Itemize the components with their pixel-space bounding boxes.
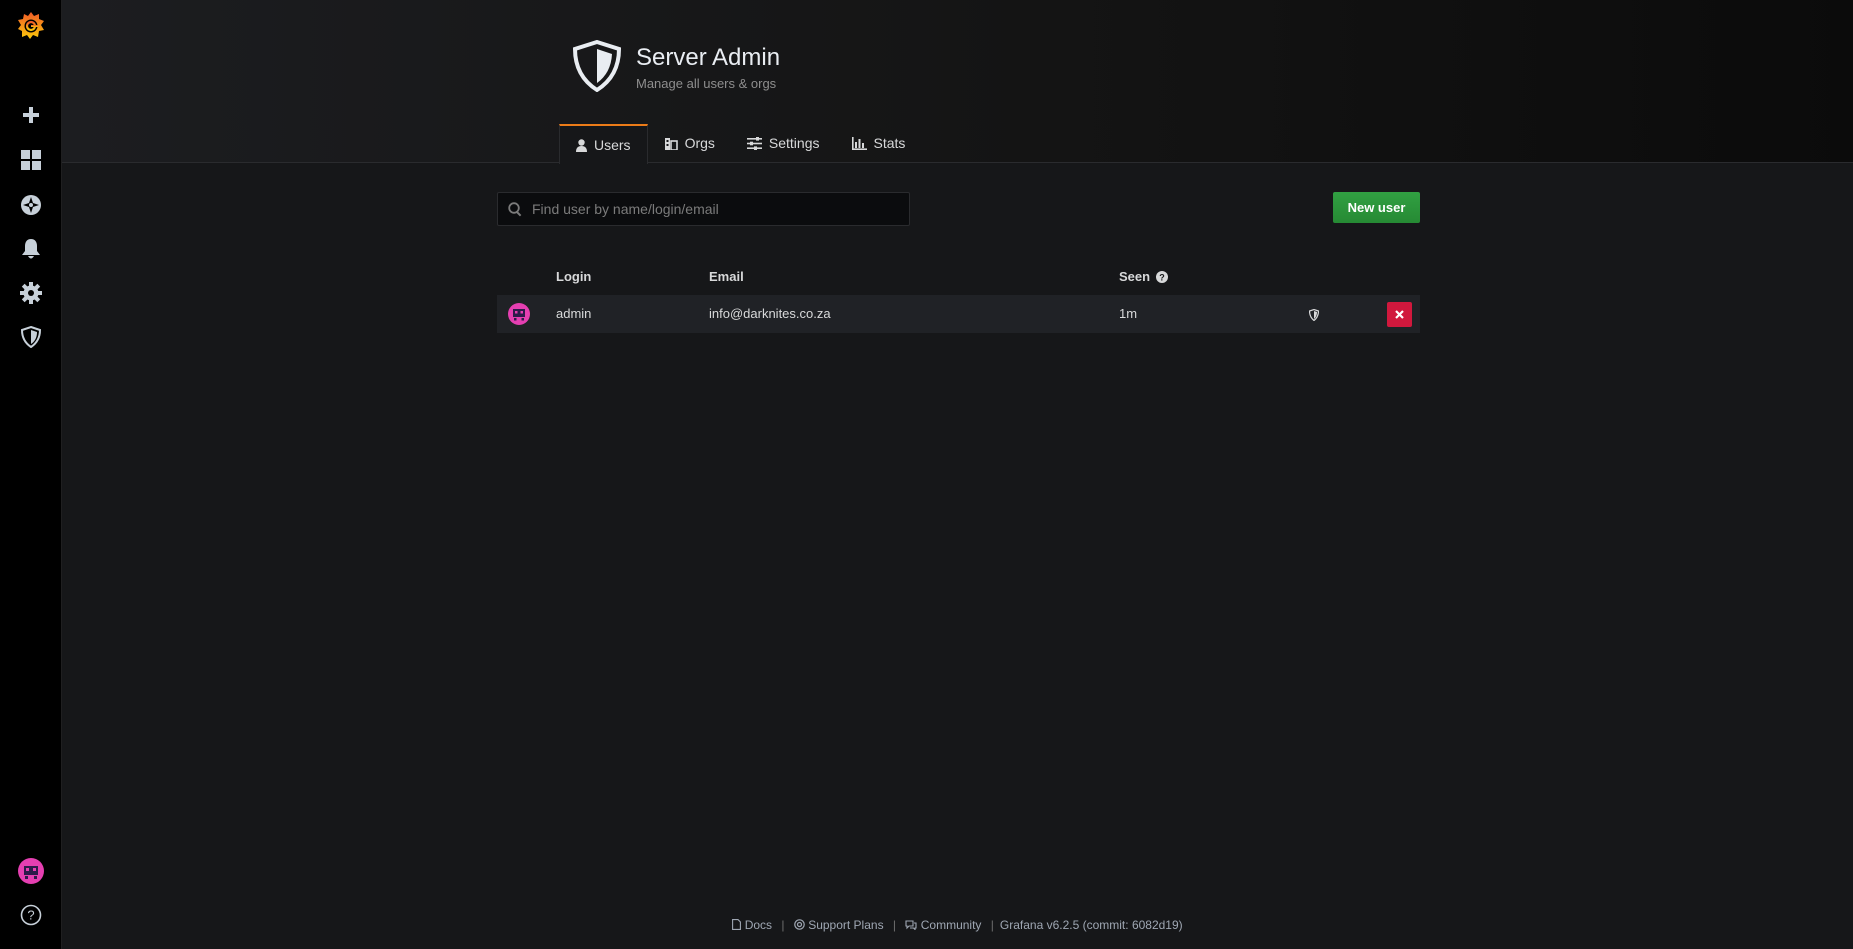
tab-orgs[interactable]: Orgs: [648, 124, 731, 162]
question-circle-icon[interactable]: ?: [1156, 270, 1169, 283]
column-header-email: Email: [709, 269, 744, 284]
search-input[interactable]: [523, 200, 909, 218]
grafana-logo-icon[interactable]: [0, 4, 61, 48]
footer-community-link[interactable]: Community: [902, 918, 985, 932]
user-icon: [576, 138, 587, 152]
user-seen: 1m: [1119, 306, 1138, 321]
footer-version: Grafana v6.2.5 (commit: 6082d19): [999, 918, 1183, 932]
footer: Docs | Support Plans | Community | Grafan…: [62, 918, 1853, 932]
plus-icon[interactable]: [0, 93, 61, 137]
footer-docs-label: Docs: [744, 918, 773, 932]
tab-settings-label: Settings: [768, 135, 820, 151]
avatar: [508, 303, 530, 328]
shield-icon: [572, 39, 622, 95]
column-header-seen: Seen ?: [1119, 269, 1169, 284]
user-email[interactable]: info@darknites.co.za: [709, 306, 831, 321]
new-user-button[interactable]: New user: [1333, 192, 1420, 223]
sliders-icon: [746, 136, 762, 150]
footer-support-link[interactable]: Support Plans: [791, 918, 887, 932]
bell-icon[interactable]: [0, 227, 61, 271]
avatar-icon[interactable]: [0, 849, 61, 893]
svg-text:?: ?: [1159, 272, 1165, 282]
tab-stats[interactable]: Stats: [836, 124, 922, 162]
table-row[interactable]: admin info@darknites.co.za 1m: [497, 295, 1420, 333]
sidebar: ?: [0, 0, 62, 949]
question-circle-icon[interactable]: ?: [0, 893, 61, 937]
comments-icon: [905, 920, 917, 931]
close-icon: [1395, 310, 1404, 319]
tab-users[interactable]: Users: [559, 124, 648, 164]
footer-docs-link[interactable]: Docs: [732, 918, 775, 932]
search-icon: [508, 201, 522, 216]
page-subtitle: Manage all users & orgs: [636, 76, 777, 91]
column-header-seen-label: Seen: [1119, 269, 1151, 284]
page-title: Server Admin: [636, 44, 781, 71]
building-icon: [664, 137, 678, 150]
footer-community-label: Community: [920, 918, 982, 932]
search-field: [497, 192, 910, 226]
delete-user-button[interactable]: [1387, 302, 1412, 327]
user-login[interactable]: admin: [556, 306, 591, 321]
file-icon: [732, 919, 742, 930]
footer-support-label: Support Plans: [808, 918, 884, 932]
admin-shield-icon: [1308, 308, 1320, 324]
gear-icon[interactable]: [0, 271, 61, 315]
page-header: Server Admin Manage all users & orgs Use…: [62, 0, 1853, 164]
shield-icon[interactable]: [0, 315, 61, 359]
apps-icon[interactable]: [0, 138, 61, 182]
compass-icon[interactable]: [0, 183, 61, 227]
column-header-login: Login: [556, 269, 592, 284]
svg-text:?: ?: [27, 908, 34, 923]
tab-users-label: Users: [594, 137, 631, 153]
tab-stats-label: Stats: [873, 135, 906, 151]
tab-bar: Users Orgs Settings Stats: [559, 124, 922, 164]
tab-settings[interactable]: Settings: [731, 124, 836, 162]
bar-chart-icon: [851, 136, 867, 150]
tab-orgs-label: Orgs: [684, 135, 715, 151]
support-icon: [794, 919, 805, 930]
